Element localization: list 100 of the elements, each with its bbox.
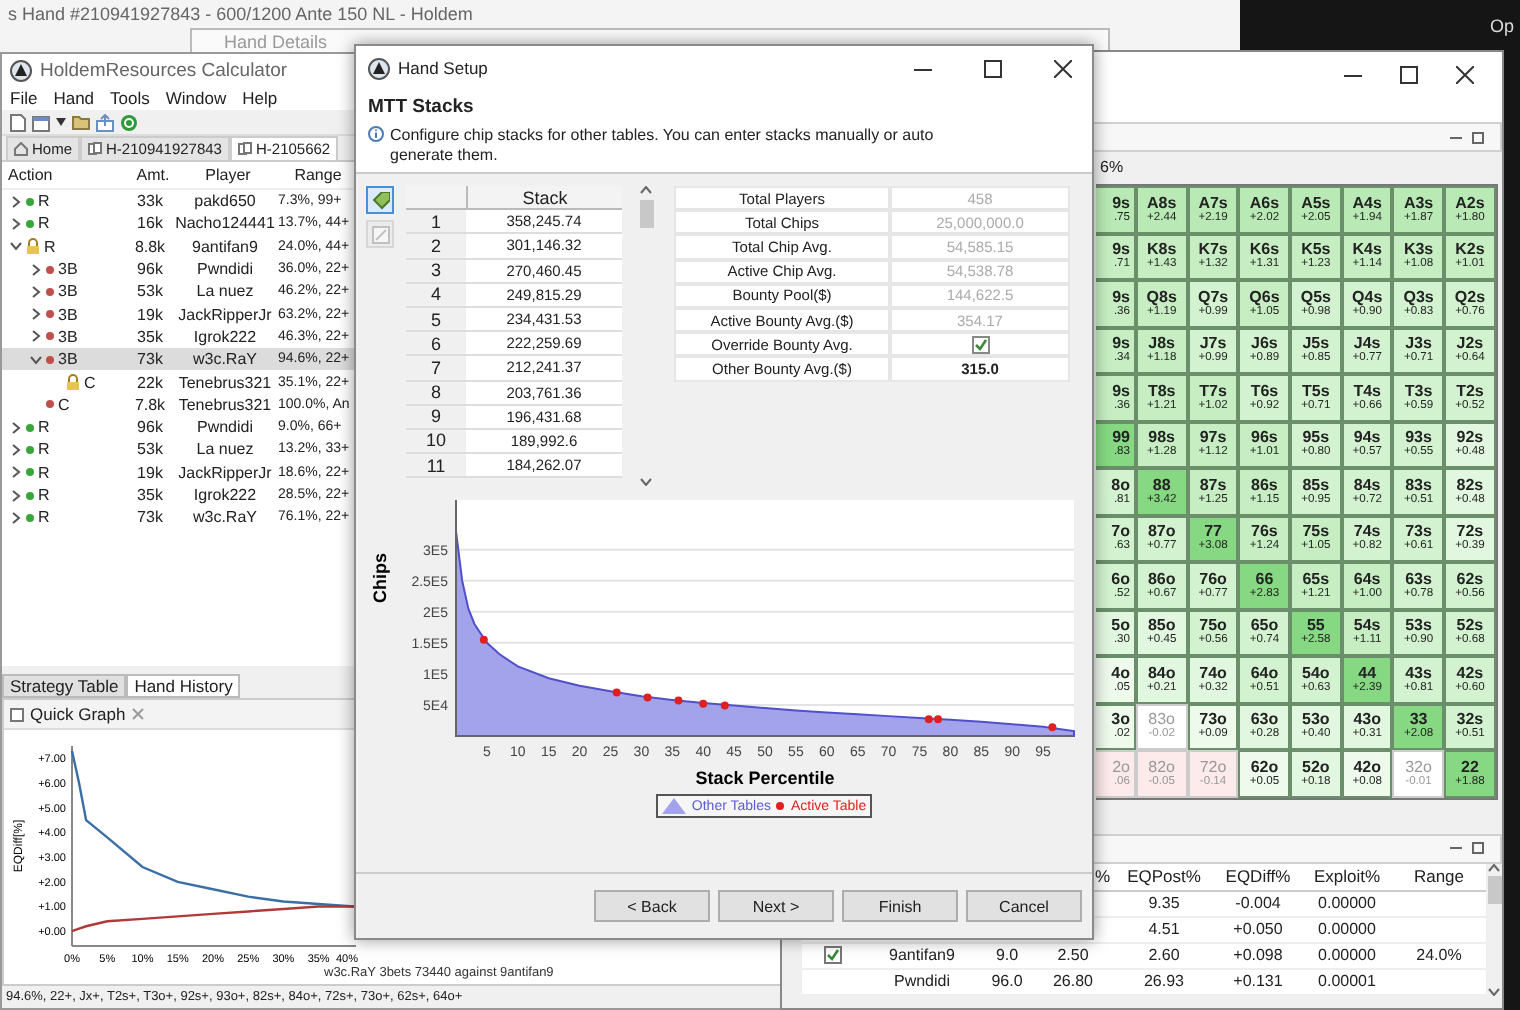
maximize-icon[interactable] <box>1472 131 1484 143</box>
info-text: Configure chip stacks for other tables. You can enter stacks manually or auto generate them. <box>390 126 936 166</box>
hand-label: 7o <box>1111 524 1130 541</box>
amount-cell-text: 22k <box>135 373 165 392</box>
dialog-button[interactable]: Next > <box>718 890 834 922</box>
view-tab[interactable]: Strategy Table <box>2 674 127 698</box>
folder-icon[interactable] <box>72 114 90 130</box>
scroll-down-icon[interactable] <box>640 478 652 486</box>
action-label: R <box>44 237 56 256</box>
column-header[interactable]: EQPost% <box>1127 866 1201 886</box>
maximize-icon[interactable] <box>984 59 1002 77</box>
caret-icon[interactable] <box>56 118 66 126</box>
table-cell: 9.35 <box>1148 894 1180 912</box>
hand-label: J4s <box>1353 336 1381 353</box>
minimize-icon[interactable] <box>1450 842 1462 854</box>
scroll-up-icon[interactable] <box>640 186 652 194</box>
chevron-icon[interactable] <box>30 285 42 298</box>
column-header[interactable]: Range <box>1413 866 1465 886</box>
scrollbar-thumb[interactable] <box>1487 875 1501 903</box>
column-header[interactable]: Range <box>276 166 354 184</box>
hand-label: K4s <box>1352 242 1382 259</box>
column-header[interactable]: Amt. <box>126 166 174 184</box>
column-header[interactable]: % <box>1094 866 1114 886</box>
window-icon[interactable] <box>32 113 50 131</box>
checkbox[interactable] <box>971 335 989 354</box>
dialog-button[interactable]: Cancel <box>966 890 1082 922</box>
view-tab[interactable]: Hand History <box>126 674 241 698</box>
player-cell-text: w3c.RaY <box>190 350 259 369</box>
close-icon[interactable] <box>1456 66 1474 84</box>
chevron-icon[interactable] <box>30 263 42 276</box>
chevron-icon[interactable] <box>30 353 42 366</box>
tag-button[interactable] <box>366 186 394 214</box>
hand-label: A2s <box>1455 195 1485 212</box>
column-header[interactable]: Stack <box>466 186 622 211</box>
chevron-icon[interactable] <box>10 489 22 501</box>
menu-item[interactable]: Tools <box>110 88 150 108</box>
menu-item[interactable]: Hand <box>53 88 95 108</box>
dialog-button[interactable]: < Back <box>594 890 710 922</box>
checkbox[interactable] <box>823 946 841 964</box>
hand-label: 75o <box>1199 618 1227 635</box>
hand-label: A5s <box>1301 195 1331 212</box>
chevron-icon[interactable] <box>30 330 42 343</box>
hand-label: 98s <box>1148 430 1176 447</box>
player-cell-text: Igrok222 <box>191 327 259 346</box>
hand-label: Q4s <box>1352 289 1383 306</box>
player-cell-text: Igrok222 <box>191 486 259 504</box>
scrollbar-thumb[interactable] <box>639 200 653 228</box>
menu-item[interactable]: Window <box>165 88 227 108</box>
graph-view-icon <box>10 707 24 721</box>
chevron-icon[interactable] <box>10 217 22 230</box>
column-header[interactable]: EQDiff% <box>1225 866 1291 886</box>
hand-label: 52s <box>1456 618 1484 635</box>
panel-title: Quick Graph <box>30 704 126 724</box>
close-icon[interactable] <box>1054 59 1072 77</box>
action-label: R <box>38 418 50 437</box>
window-title: s Hand #210941927843 - 600/1200 Ante 150 NL - Holdem <box>8 4 473 24</box>
maximize-icon[interactable] <box>1472 842 1484 854</box>
amount-cell-text: 35k <box>135 327 165 346</box>
menu-item[interactable]: File <box>10 88 38 108</box>
chevron-icon[interactable] <box>10 466 22 479</box>
chevron-icon[interactable] <box>10 511 22 524</box>
scroll-down-icon[interactable] <box>1488 987 1500 995</box>
hand-label: 3o <box>1111 712 1130 729</box>
column-header[interactable]: Exploit% <box>1313 866 1381 886</box>
hand-label: 63s <box>1405 571 1432 588</box>
hand-label: 53o <box>1302 712 1330 729</box>
hand-label: J8s <box>1148 336 1176 353</box>
chevron-icon[interactable] <box>10 421 22 434</box>
chevron-icon[interactable] <box>10 195 22 208</box>
hand-label: 32s <box>1456 712 1484 729</box>
menu-item[interactable]: Help <box>242 88 278 108</box>
data-point <box>698 699 707 708</box>
point-swatch-icon <box>776 802 785 810</box>
maximize-icon[interactable] <box>1400 66 1418 84</box>
hand-label: 5o <box>1111 618 1130 635</box>
minimize-icon[interactable] <box>1450 131 1462 143</box>
hand-label: K2s <box>1455 242 1485 259</box>
table-cell: 0.00001 <box>1318 972 1376 990</box>
hand-label: 76o <box>1199 571 1227 588</box>
hand-label: 66 <box>1255 571 1274 588</box>
hand-label: 94s <box>1353 430 1381 447</box>
table-cell: 26.93 <box>1143 972 1185 990</box>
player-cell-text: Tenebrus321 <box>176 395 274 414</box>
action-label: R <box>38 192 50 211</box>
hand-label: 83s <box>1405 477 1432 494</box>
chevron-icon[interactable] <box>10 443 22 456</box>
chevron-icon[interactable] <box>30 308 42 321</box>
scroll-up-icon[interactable] <box>1488 863 1500 871</box>
refresh-icon[interactable] <box>120 113 138 131</box>
hand-label: 43s <box>1405 665 1432 682</box>
cards-icon <box>237 142 252 156</box>
chevron-icon[interactable] <box>10 240 22 253</box>
column-header[interactable]: Player <box>174 166 276 184</box>
document-icon[interactable] <box>10 113 26 131</box>
column-header[interactable]: Action <box>2 166 126 184</box>
export-icon[interactable] <box>96 113 114 131</box>
dialog-button[interactable]: Finish <box>842 890 958 922</box>
hand-label: 87o <box>1147 524 1176 541</box>
hand-label: Q7s <box>1197 289 1229 306</box>
axis-title: Stack Percentile <box>694 768 834 788</box>
